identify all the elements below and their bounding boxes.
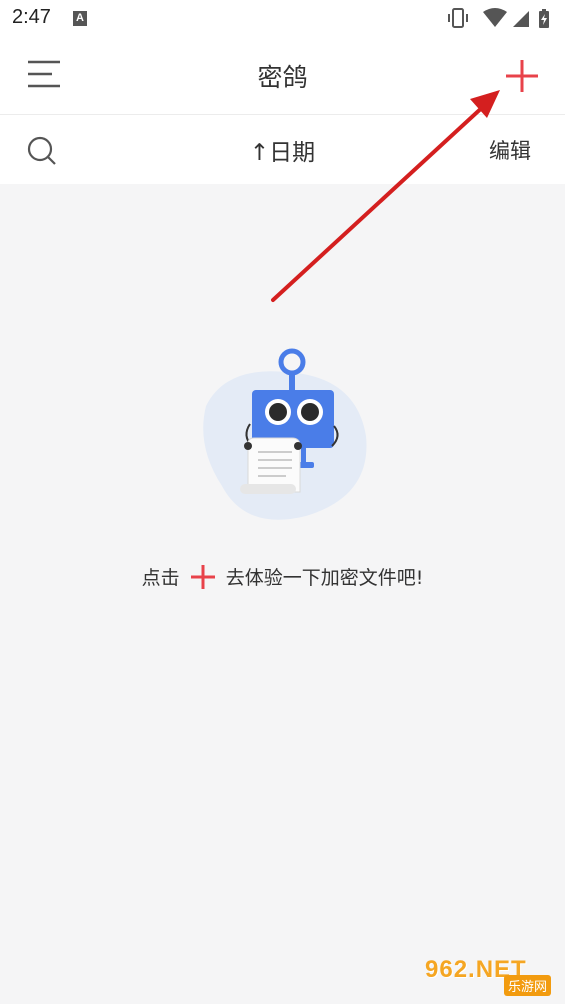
sort-by-date-button[interactable]: ↑日期: [223, 133, 343, 167]
notification-app-icon: A: [73, 11, 87, 26]
app-bar: 密鸽: [0, 38, 565, 115]
plus-icon: [506, 60, 538, 92]
list-toolbar: ↑日期 编辑: [0, 115, 565, 184]
search-icon: [27, 136, 56, 165]
search-button[interactable]: [26, 135, 58, 167]
watermark-sub: 乐游网: [503, 975, 551, 996]
empty-state-illustration: [203, 348, 367, 520]
status-icons: [448, 8, 549, 28]
status-bar: 2:47 A: [0, 0, 565, 38]
add-file-button[interactable]: [505, 59, 539, 93]
empty-message-suffix: 去体验一下加密文件吧!: [225, 567, 424, 589]
vibrate-icon: [448, 8, 468, 28]
empty-state-message: 点击 去体验一下加密文件吧!: [0, 563, 565, 590]
watermark-logo: 962.NET 乐游网: [417, 954, 557, 998]
page-title: 密鸽: [257, 63, 308, 92]
plus-icon: [190, 564, 215, 589]
signal-icon: [513, 11, 529, 27]
empty-message-prefix: 点击: [141, 567, 180, 589]
status-time: 2:47: [12, 6, 51, 28]
wifi-icon: [483, 8, 507, 27]
battery-icon: [539, 9, 549, 28]
edit-button[interactable]: 编辑: [489, 135, 531, 165]
